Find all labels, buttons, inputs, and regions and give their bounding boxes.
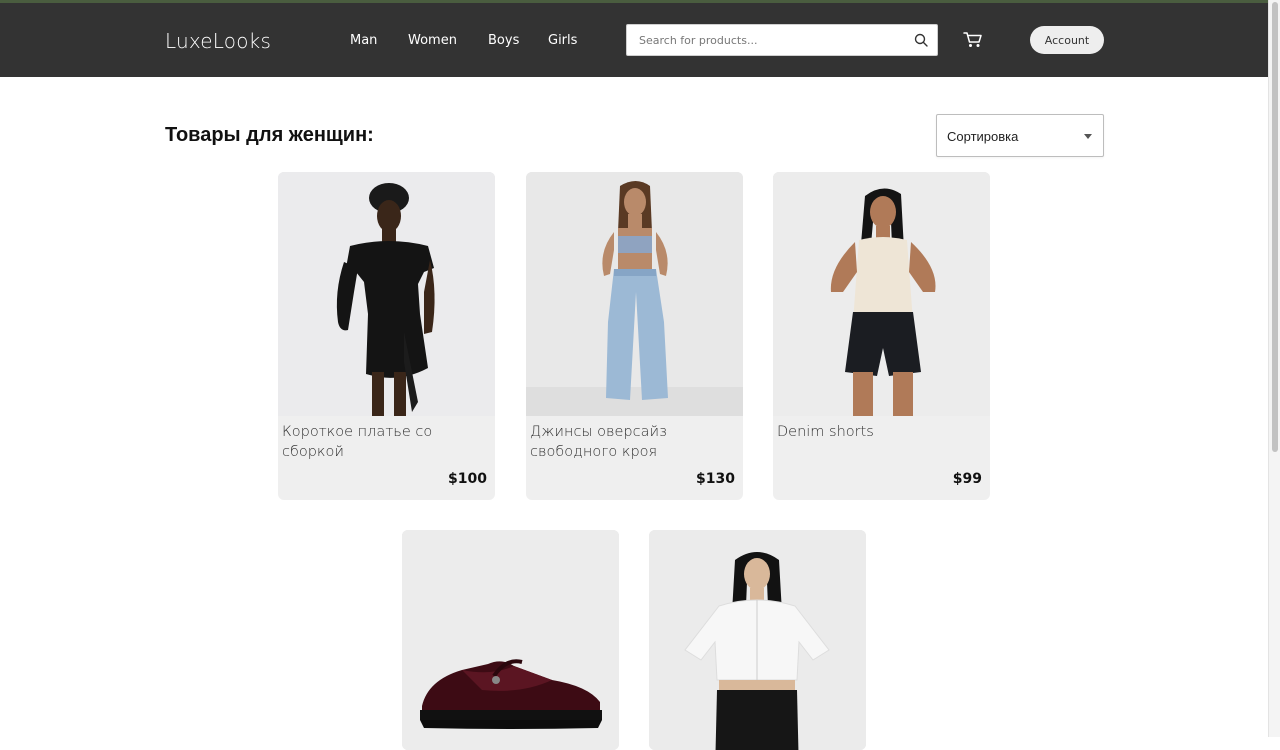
logo[interactable]: LuxeLooks (165, 29, 271, 53)
product-name[interactable]: Короткое платье со сборкой (282, 422, 492, 462)
product-image[interactable] (773, 172, 990, 416)
search-input[interactable] (627, 25, 907, 55)
search-box (626, 24, 938, 56)
page-scrollbar[interactable] (1268, 0, 1280, 737)
sort-dropdown[interactable]: Сортировка (936, 114, 1104, 157)
nav-item-girls[interactable]: Girls (548, 33, 577, 48)
product-image[interactable] (402, 530, 619, 750)
product-card[interactable] (402, 530, 619, 750)
dropdown-caret-icon (1084, 134, 1092, 139)
search-icon[interactable] (914, 33, 928, 47)
sort-dropdown-label: Сортировка (947, 129, 1019, 144)
cart-icon[interactable] (963, 31, 983, 49)
product-card[interactable]: Джинсы оверсайз свободного кроя $130 (526, 172, 743, 500)
account-button[interactable]: Account (1030, 26, 1104, 54)
product-image[interactable] (278, 172, 495, 416)
nav-item-women[interactable]: Women (408, 33, 457, 48)
shoe-image (402, 530, 619, 750)
product-card[interactable] (649, 530, 866, 750)
product-card[interactable]: Denim shorts $99 (773, 172, 990, 500)
nav-item-boys[interactable]: Boys (488, 33, 519, 48)
jeans-image (526, 172, 743, 416)
shorts-image (773, 172, 990, 416)
product-image[interactable] (649, 530, 866, 750)
scrollbar-thumb[interactable] (1272, 2, 1278, 452)
product-image[interactable] (526, 172, 743, 416)
product-price: $130 (696, 471, 735, 487)
shirt-image (649, 530, 866, 750)
site-header: LuxeLooks Man Women Boys Girls Account (0, 0, 1268, 77)
page-title: Товары для женщин: (165, 124, 374, 146)
dress-image (278, 172, 495, 416)
product-name[interactable]: Denim shorts (777, 422, 987, 442)
product-price: $100 (448, 471, 487, 487)
product-card[interactable]: Короткое платье со сборкой $100 (278, 172, 495, 500)
product-name[interactable]: Джинсы оверсайз свободного кроя (530, 422, 740, 462)
product-price: $99 (952, 471, 982, 487)
nav-item-man[interactable]: Man (350, 33, 377, 48)
